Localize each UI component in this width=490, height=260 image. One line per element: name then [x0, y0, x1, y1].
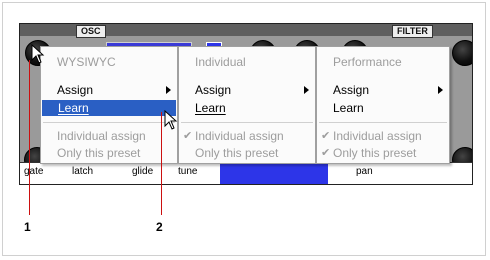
menu-item-learn[interactable]: Learn — [179, 100, 315, 116]
check-icon: ✔ — [321, 147, 331, 159]
osc-section-tag: OSC — [76, 25, 106, 38]
menu-item-individual-assign[interactable]: Individual assign — [41, 128, 177, 144]
menu-item-assign[interactable]: Assign — [317, 82, 449, 98]
menu-item-assign-label: Assign — [57, 83, 94, 97]
menu-item-individual-assign-label: Individual assign — [195, 129, 284, 143]
menu-title-individual: Individual — [195, 55, 246, 69]
menu-separator — [181, 122, 313, 123]
menu-item-only-this-preset[interactable]: Only this preset — [179, 145, 315, 161]
submenu-arrow-icon — [438, 86, 443, 94]
check-icon: ✔ — [183, 130, 193, 142]
menu-item-individual-assign[interactable]: ✔ Individual assign — [179, 128, 315, 144]
glide-label: glide — [132, 166, 154, 177]
menu-item-learn-label: Learn — [58, 101, 89, 115]
performance-context-menu: Performance Assign Learn ✔ Individual as… — [316, 46, 450, 164]
menu-item-assign[interactable]: Assign — [179, 82, 315, 98]
menu-item-learn[interactable]: Learn — [317, 100, 449, 116]
wysiwyc-context-menu: WYSIWYC Assign Learn Individual assign O… — [40, 46, 178, 164]
callout-line-2 — [161, 112, 162, 215]
callout-line-1 — [29, 60, 30, 215]
menu-item-assign-label: Assign — [195, 83, 232, 97]
menu-item-only-this-preset[interactable]: ✔ Only this preset — [317, 145, 449, 161]
menu-item-learn-label: Learn — [195, 101, 226, 115]
check-icon: ✔ — [321, 130, 331, 142]
callout-number-2: 2 — [156, 220, 163, 234]
filter-section-tag: FILTER — [392, 25, 433, 38]
knob[interactable] — [452, 40, 472, 66]
menu-item-only-this-preset-label: Only this preset — [333, 146, 417, 160]
menu-item-learn-highlighted[interactable]: Learn — [42, 100, 176, 116]
tune-label: tune — [178, 166, 198, 177]
menu-separator — [43, 122, 175, 123]
individual-context-menu: Individual Assign Learn ✔ Individual ass… — [178, 46, 316, 164]
latch-label: latch — [72, 166, 94, 177]
menu-item-individual-assign[interactable]: ✔ Individual assign — [317, 128, 449, 144]
mouse-pointer-icon — [164, 110, 178, 130]
pan-label: pan — [356, 166, 373, 177]
menu-item-assign-label: Assign — [333, 83, 370, 97]
menu-item-assign[interactable]: Assign — [41, 82, 177, 98]
menu-item-individual-assign-label: Individual assign — [333, 129, 422, 143]
menu-separator — [319, 122, 447, 123]
mouse-pointer-icon — [31, 44, 45, 64]
submenu-arrow-icon — [304, 86, 309, 94]
menu-title-performance: Performance — [333, 55, 402, 69]
callout-number-1: 1 — [24, 220, 31, 234]
gate-label: gate — [24, 166, 44, 177]
menu-item-only-this-preset[interactable]: Only this preset — [41, 145, 177, 161]
submenu-arrow-icon — [166, 86, 171, 94]
menu-title-wysiwyc: WYSIWYC — [57, 55, 116, 69]
